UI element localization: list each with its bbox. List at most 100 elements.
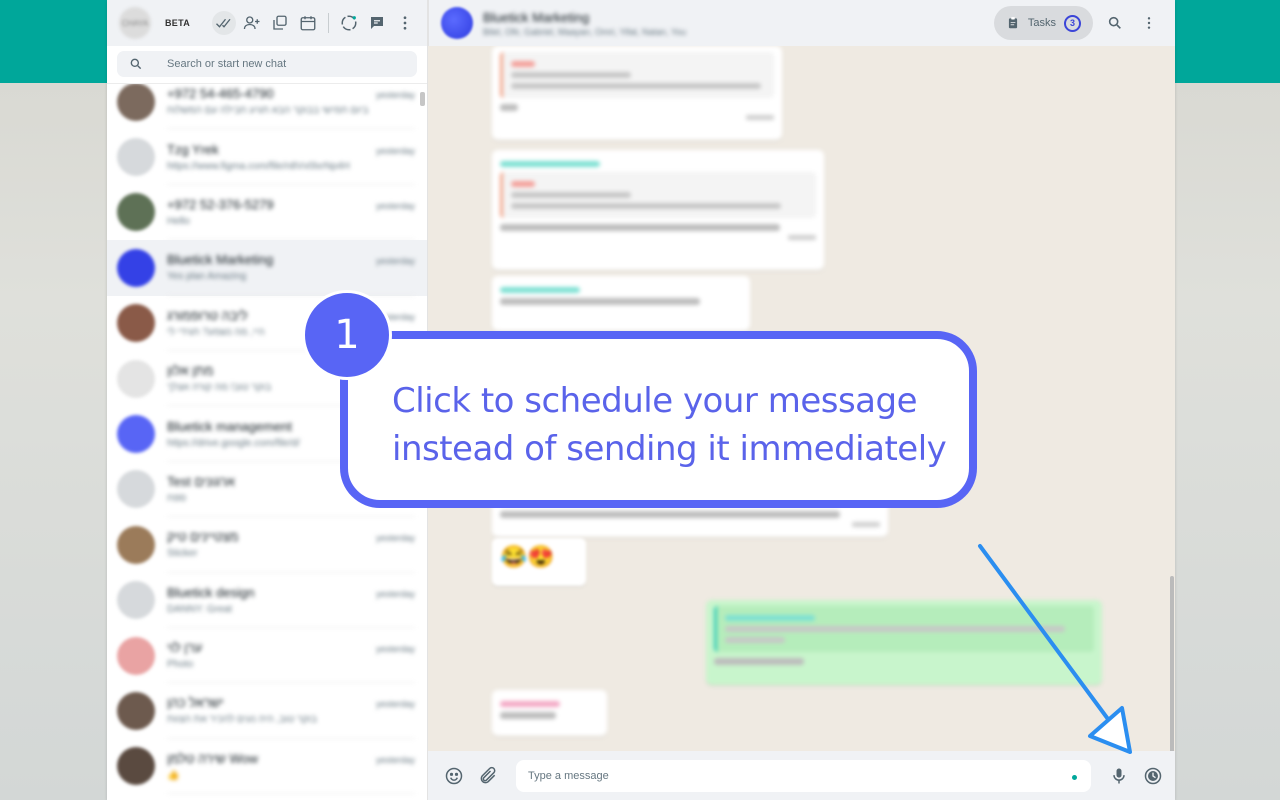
conversation-menu-icon[interactable] <box>1137 11 1161 35</box>
beta-label: BETA <box>165 18 191 28</box>
callout-line-1: Click to schedule your message <box>392 381 918 421</box>
emoji-message-bubble[interactable]: 😂😍 <box>492 538 586 586</box>
chat-time: yesterday <box>375 533 415 544</box>
chat-time: yesterday <box>375 145 415 156</box>
chat-list-item[interactable]: ערן לוי yesterday Photo <box>107 628 427 684</box>
contact-avatar <box>117 470 155 509</box>
chat-preview: ביום חמישי בבוקר הבא תגיע חבילה עם המשלו… <box>167 105 369 117</box>
tasks-count-badge: 3 <box>1064 14 1081 32</box>
schedule-message-button[interactable] <box>1141 764 1165 788</box>
callout-text: Click to schedule your message instead o… <box>392 377 947 473</box>
group-avatar[interactable] <box>441 7 473 39</box>
chat-name: שירה טלמן Wow <box>167 750 258 766</box>
contact-avatar <box>117 193 155 232</box>
callout-line-2: instead of sending it immediately <box>392 429 947 469</box>
search-placeholder: Search or start new chat <box>167 58 287 70</box>
outgoing-message-bubble[interactable] <box>706 600 1102 685</box>
contact-avatar <box>117 84 155 121</box>
contact-avatar <box>117 747 155 786</box>
chat-time: yesterday <box>375 644 415 655</box>
chat-time: yesterday <box>375 200 415 211</box>
step-number-badge: 1 <box>302 290 392 380</box>
chat-preview: https://www.figma.com/file/n8Vv0lxrNp4H <box>167 160 350 172</box>
chat-name: Tzg Yrek <box>167 141 219 157</box>
clock-icon <box>1144 767 1162 784</box>
chat-list-item[interactable]: Bluetick Marketing yesterday Yes plan Amaz… <box>107 240 427 296</box>
message-bubble[interactable] <box>492 276 750 331</box>
chat-name: ליבה טרופמורג <box>167 307 248 323</box>
tasks-label: Tasks <box>1027 17 1056 29</box>
chat-preview: בוקר טוב, היה נעים להכיר את הצוות <box>167 714 317 726</box>
chat-name: Bluetick design <box>167 584 255 600</box>
chat-name: מצטיינים טיק <box>167 529 239 545</box>
status-icon[interactable] <box>337 11 361 35</box>
contact-avatar <box>117 691 155 730</box>
conversation-scrollbar[interactable] <box>1170 576 1174 751</box>
chat-preview: Hello <box>167 215 190 227</box>
chat-time: yesterday <box>375 699 415 710</box>
search-messages-icon[interactable] <box>1103 11 1127 35</box>
chat-preview: 👍 <box>167 769 180 781</box>
tasks-button[interactable]: Tasks 3 <box>993 6 1093 40</box>
message-bubble[interactable] <box>492 46 782 140</box>
chat-name: ערן לוי <box>167 640 203 656</box>
message-bubble[interactable] <box>492 150 824 270</box>
chat-list-item[interactable]: שירה טלמן Wow yesterday 👍 <box>107 739 427 795</box>
search-icon <box>130 58 142 70</box>
chat-name: ישראל כהן <box>167 695 224 711</box>
chat-name: מתן אלון <box>167 363 214 379</box>
chat-list-item[interactable]: Bluetick design yesterday DANNY: Great <box>107 573 427 628</box>
tutorial-callout: Click to schedule your message instead o… <box>340 331 977 508</box>
chat-list-item[interactable]: ישראל כהן yesterday בוקר טוב, היה נעים להכ… <box>107 683 427 739</box>
attach-icon[interactable] <box>476 764 500 788</box>
calendar-icon[interactable] <box>296 11 320 35</box>
group-name: Bluetick Marketing <box>483 9 590 25</box>
chat-name: Test ארגונים <box>167 473 235 489</box>
contact-avatar <box>117 525 155 564</box>
chat-preview: Sticker <box>167 548 198 560</box>
menu-icon[interactable] <box>393 11 417 35</box>
message-placeholder: Type a message <box>528 769 609 782</box>
chat-list-item[interactable]: +972 52-376-5279 yesterday Hello <box>107 185 427 241</box>
header-divider <box>328 13 329 33</box>
search-input[interactable]: Search or start new chat <box>117 51 417 77</box>
chat-name: Bluetick management <box>167 418 293 434</box>
double-check-icon[interactable] <box>212 11 236 35</box>
search-container: Search or start new chat <box>107 46 427 84</box>
contact-avatar <box>117 359 155 398</box>
contact-avatar <box>117 138 155 177</box>
contact-avatar <box>117 636 155 675</box>
emoji-reaction: 😂😍 <box>500 544 555 569</box>
chat-list-item[interactable]: Tzg Yrek yesterday https://www.figma.com/f… <box>107 129 427 185</box>
sidebar-header: CHAYA BETA <box>107 0 427 46</box>
chat-time: yesterday <box>375 90 415 101</box>
contact-avatar <box>117 581 155 620</box>
add-contact-icon[interactable] <box>240 11 264 35</box>
chat-preview: DANNY: Great <box>167 603 233 615</box>
chat-time: yesterday <box>375 256 415 267</box>
conversation-header: Bluetick Marketing Bilel, Ofir, Gabriel,… <box>428 0 1175 46</box>
composer: Type a message <box>428 751 1175 800</box>
chat-name: +972 52-376-5279 <box>167 196 274 212</box>
status-dot <box>1072 774 1077 780</box>
profile-avatar[interactable]: CHAYA <box>119 7 151 39</box>
chat-time: yesterday <box>375 588 415 599</box>
clipboard-icon <box>1008 17 1017 29</box>
chat-list-item[interactable]: +972 54-465-4790 yesterday ביום חמישי בבוק… <box>107 84 427 130</box>
microphone-icon[interactable] <box>1107 764 1131 788</box>
copy-chats-icon[interactable] <box>268 11 292 35</box>
contact-avatar <box>117 304 155 343</box>
group-members: Bilel, Ofir, Gabriel, Maayan, Omri, Yifa… <box>483 26 687 37</box>
message-input[interactable]: Type a message <box>516 759 1091 792</box>
emoji-icon[interactable] <box>442 764 466 788</box>
message-bubble[interactable] <box>492 690 607 736</box>
chat-name: Bluetick Marketing <box>167 252 274 268</box>
conversation-title[interactable]: Bluetick Marketing Bilel, Ofir, Gabriel,… <box>483 10 686 37</box>
chat-time: yesterday <box>375 754 415 765</box>
chat-preview: Yes plan Amazing <box>167 271 247 283</box>
contact-avatar <box>117 415 155 454</box>
new-chat-icon[interactable] <box>365 11 389 35</box>
chat-name: +972 54-465-4790 <box>167 86 274 102</box>
chat-list-item[interactable]: מצטיינים טיק yesterday Sticker <box>107 517 427 573</box>
chat-preview: Photo <box>167 659 194 671</box>
